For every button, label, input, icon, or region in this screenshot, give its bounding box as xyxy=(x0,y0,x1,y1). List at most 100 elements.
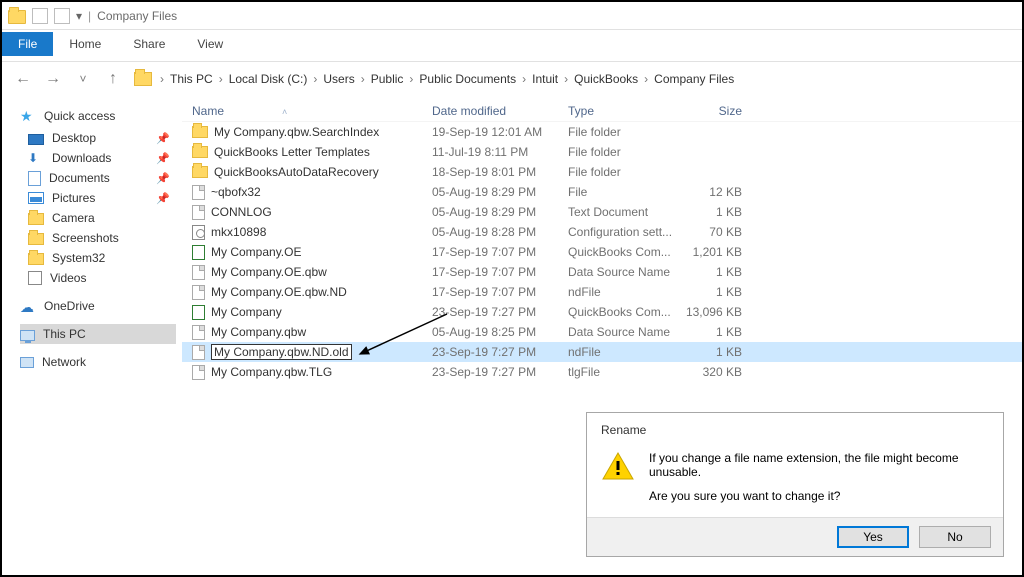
no-button[interactable]: No xyxy=(919,526,991,548)
file-type: QuickBooks Com... xyxy=(568,305,676,319)
file-size: 13,096 KB xyxy=(676,305,756,319)
col-type[interactable]: Type xyxy=(568,104,676,118)
file-row[interactable]: My Company23-Sep-19 7:27 PMQuickBooks Co… xyxy=(182,302,1022,322)
bc-5[interactable]: Intuit xyxy=(530,72,560,86)
sidebar-quick-access[interactable]: ★Quick access xyxy=(20,106,176,126)
pictures-icon xyxy=(28,192,44,204)
rename-edit[interactable]: My Company.qbw.ND.old xyxy=(211,344,352,360)
bc-6[interactable]: QuickBooks xyxy=(572,72,640,86)
sidebar-item-screenshots[interactable]: Screenshots xyxy=(20,228,176,248)
file-row[interactable]: My Company.OE.qbw17-Sep-19 7:07 PMData S… xyxy=(182,262,1022,282)
pin-icon: 📌 xyxy=(156,152,176,165)
file-size: 1,201 KB xyxy=(676,245,756,259)
videos-icon xyxy=(28,271,42,285)
bc-3[interactable]: Public xyxy=(369,72,406,86)
file-row[interactable]: My Company.OE.qbw.ND17-Sep-19 7:07 PMndF… xyxy=(182,282,1022,302)
star-icon: ★ xyxy=(20,109,36,123)
tab-view[interactable]: View xyxy=(181,32,239,56)
file-icon xyxy=(192,126,208,138)
file-date: 18-Sep-19 8:01 PM xyxy=(432,165,568,179)
file-icon xyxy=(192,285,205,300)
sidebar-onedrive[interactable]: ☁OneDrive xyxy=(20,296,176,316)
sidebar-item-system32[interactable]: System32 xyxy=(20,248,176,268)
file-row[interactable]: My Company.qbw.ND.old23-Sep-19 7:27 PMnd… xyxy=(182,342,1022,362)
file-date: 05-Aug-19 8:25 PM xyxy=(432,325,568,339)
bc-2[interactable]: Users xyxy=(321,72,356,86)
tab-file[interactable]: File xyxy=(2,32,53,56)
sidebar-network[interactable]: Network xyxy=(20,352,176,372)
file-icon xyxy=(192,365,205,380)
dialog-msg-1: If you change a file name extension, the… xyxy=(649,451,989,479)
nav-recent-icon[interactable]: ˅ xyxy=(72,68,94,90)
nav-pane: ★Quick access Desktop📌 ⬇Downloads📌 Docum… xyxy=(2,96,182,575)
file-type: Text Document xyxy=(568,205,676,219)
file-row[interactable]: ~qbofx3205-Aug-19 8:29 PMFile12 KB xyxy=(182,182,1022,202)
explorer-window: ▾ | Company Files File Home Share View ←… xyxy=(0,0,1024,577)
downloads-icon: ⬇ xyxy=(28,151,44,165)
file-size: 1 KB xyxy=(676,265,756,279)
file-row[interactable]: My Company.qbw05-Aug-19 8:25 PMData Sour… xyxy=(182,322,1022,342)
file-date: 23-Sep-19 7:27 PM xyxy=(432,365,568,379)
bc-4[interactable]: Public Documents xyxy=(417,72,518,86)
sidebar-item-videos[interactable]: Videos xyxy=(20,268,176,288)
column-headers[interactable]: Name ˄ Date modified Type Size xyxy=(182,100,1022,122)
bc-0[interactable]: This PC xyxy=(168,72,215,86)
sidebar-this-pc[interactable]: This PC xyxy=(20,324,176,344)
file-name: My Company.qbw.SearchIndex xyxy=(214,125,379,139)
tab-home[interactable]: Home xyxy=(53,32,117,56)
pin-icon: 📌 xyxy=(156,192,176,205)
file-icon xyxy=(192,146,208,158)
file-name: My Company.OE.qbw xyxy=(211,265,327,279)
breadcrumb[interactable]: › This PC› Local Disk (C:)› Users› Publi… xyxy=(134,72,1012,86)
nav-forward-icon[interactable]: → xyxy=(42,68,64,90)
dialog-title: Rename xyxy=(587,413,1003,445)
file-type: QuickBooks Com... xyxy=(568,245,676,259)
qa-button-2[interactable] xyxy=(54,8,70,24)
file-type: tlgFile xyxy=(568,365,676,379)
title-bar: ▾ | Company Files xyxy=(2,2,1022,30)
file-type: Data Source Name xyxy=(568,325,676,339)
warning-icon xyxy=(601,451,635,481)
file-row[interactable]: QuickBooks Letter Templates11-Jul-19 8:1… xyxy=(182,142,1022,162)
sidebar-item-documents[interactable]: Documents📌 xyxy=(20,168,176,188)
sidebar-item-camera[interactable]: Camera xyxy=(20,208,176,228)
file-row[interactable]: My Company.qbw.SearchIndex19-Sep-19 12:0… xyxy=(182,122,1022,142)
yes-button[interactable]: Yes xyxy=(837,526,909,548)
file-name: QuickBooksAutoDataRecovery xyxy=(214,165,379,179)
sidebar-item-pictures[interactable]: Pictures📌 xyxy=(20,188,176,208)
file-row[interactable]: CONNLOG05-Aug-19 8:29 PMText Document1 K… xyxy=(182,202,1022,222)
nav-back-icon[interactable]: ← xyxy=(12,68,34,90)
folder-icon xyxy=(28,213,44,225)
file-row[interactable]: My Company.qbw.TLG 23-Sep-19 7:27 PMtlgFi… xyxy=(182,362,1022,382)
sort-asc-icon: ˄ xyxy=(282,107,287,117)
file-icon xyxy=(192,225,205,240)
sidebar-item-desktop[interactable]: Desktop📌 xyxy=(20,128,176,148)
folder-icon xyxy=(28,233,44,245)
file-size: 1 KB xyxy=(676,285,756,299)
nav-up-icon[interactable]: ↑ xyxy=(102,68,124,90)
file-row[interactable]: QuickBooksAutoDataRecovery 18-Sep-19 8:01… xyxy=(182,162,1022,182)
file-row[interactable]: My Company.OE17-Sep-19 7:07 PMQuickBooks… xyxy=(182,242,1022,262)
address-row: ← → ˅ ↑ › This PC› Local Disk (C:)› User… xyxy=(2,62,1022,96)
file-row[interactable]: mkx1089805-Aug-19 8:28 PMConfiguration s… xyxy=(182,222,1022,242)
bc-1[interactable]: Local Disk (C:) xyxy=(227,72,310,86)
dialog-msg-2: Are you sure you want to change it? xyxy=(649,489,989,503)
file-icon xyxy=(192,305,205,320)
window-title: Company Files xyxy=(97,9,177,23)
file-size: 1 KB xyxy=(676,205,756,219)
file-name: My Company.qbw.TLG xyxy=(211,365,332,379)
sidebar-item-downloads[interactable]: ⬇Downloads📌 xyxy=(20,148,176,168)
col-size[interactable]: Size xyxy=(676,104,756,118)
bc-7[interactable]: Company Files xyxy=(652,72,736,86)
network-icon xyxy=(20,357,34,368)
qa-button-1[interactable] xyxy=(32,8,48,24)
file-type: ndFile xyxy=(568,285,676,299)
qa-chevron-icon[interactable]: ▾ xyxy=(76,9,82,23)
tab-share[interactable]: Share xyxy=(117,32,181,56)
file-icon xyxy=(192,185,205,200)
pin-icon: 📌 xyxy=(156,172,176,185)
file-name: mkx10898 xyxy=(211,225,266,239)
file-size: 320 KB xyxy=(676,365,756,379)
col-name[interactable]: Name xyxy=(192,104,224,118)
col-date[interactable]: Date modified xyxy=(432,104,568,118)
